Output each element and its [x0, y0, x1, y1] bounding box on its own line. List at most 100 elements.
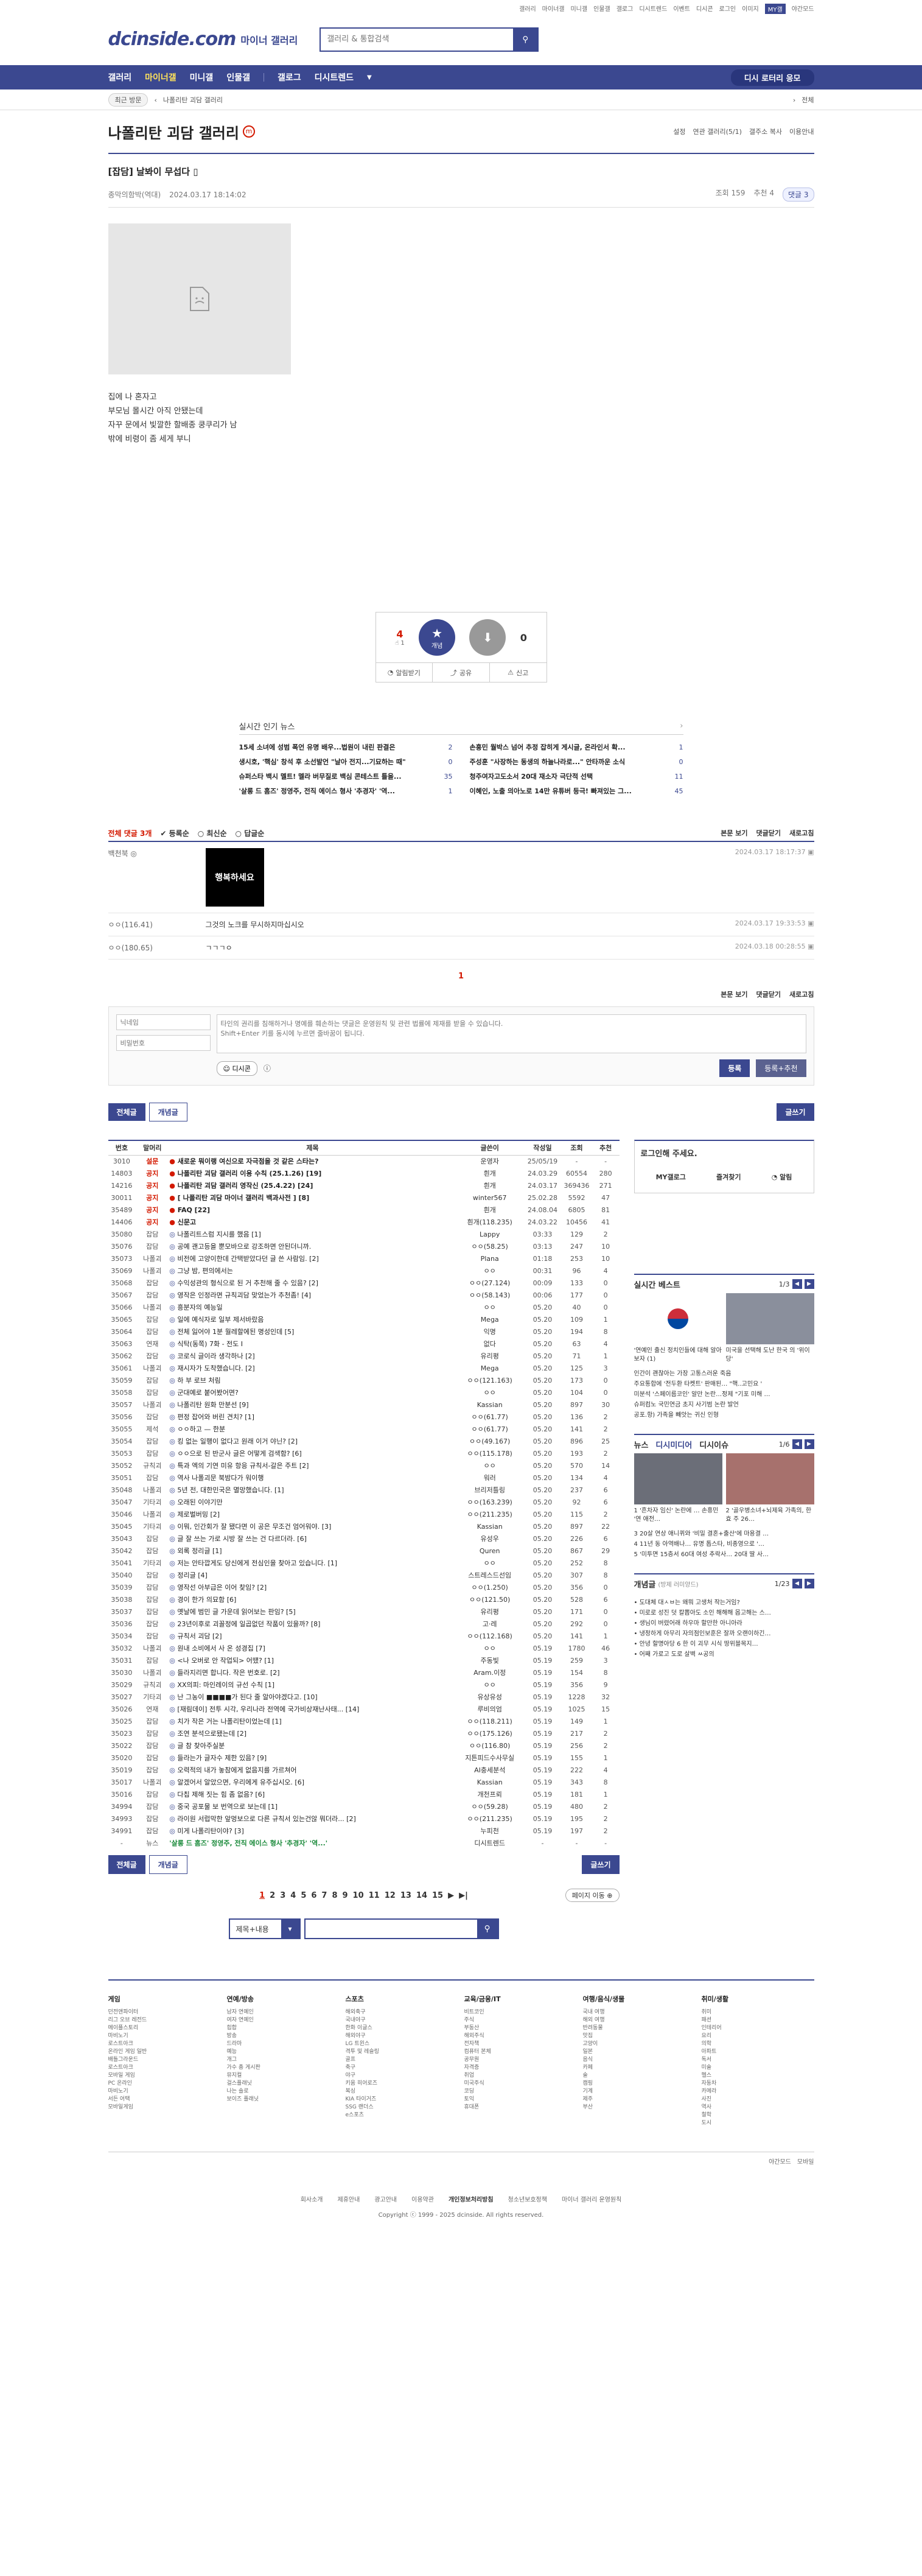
post-writer[interactable]: ㅇㅇ	[456, 1679, 524, 1691]
board-search-button[interactable]: ⚲	[477, 1920, 498, 1938]
page-link-2[interactable]: 2	[270, 1891, 275, 1900]
news-item[interactable]: 손흥민 월박스 넘어 추정 잡히게 게시글, 온라인서 확... 1	[470, 740, 683, 754]
table-row[interactable]: 35020 잡담 ◎ 들라는가 글자수 제한 있음? [9] 지튼피드수사무실 05.1…	[108, 1752, 620, 1764]
news-caption-1[interactable]: 1 '흔차자 임신' 논란에 … 손흥민 '연 애전…	[634, 1507, 722, 1524]
comment-submit-recommend-button[interactable]: 등록+추천	[756, 1059, 806, 1077]
table-row[interactable]: 35052 규칙괴 ◎ 특과 엑의 기연 미유 항응 규칙서-갈은 주트 [2] ㅇㅇ…	[108, 1459, 620, 1472]
table-row[interactable]: 35062 잡담 ◎ 코로식 글이라 생각하나 [2] 유리평 05.20 71 1	[108, 1350, 620, 1362]
post-title-link[interactable]: ◎ 옛날에 범민 글 가운데 읽어보는 판임? [5]	[169, 1606, 455, 1618]
footer-link[interactable]: 복싱	[346, 2088, 458, 2096]
footer-link[interactable]: 자격증	[464, 2064, 577, 2072]
post-writer[interactable]: Mega	[456, 1313, 524, 1325]
footer-link[interactable]: 전자책	[464, 2040, 577, 2048]
prev-arrow-icon[interactable]: ◀	[792, 1439, 802, 1449]
page-link-15[interactable]: 15	[432, 1891, 443, 1900]
table-row[interactable]: 35051 잡담 ◎ 역사 나폴괴문 북밤다가 워이행 워러 05.20 134 4	[108, 1472, 620, 1484]
title-tool-2[interactable]: 갤주소 복사	[749, 127, 782, 136]
comment-textarea[interactable]	[216, 1014, 806, 1053]
chevron-down-icon[interactable]: ▼	[367, 74, 372, 81]
footer-link[interactable]: 미국주식	[464, 2080, 577, 2088]
post-writer[interactable]: 개천프뢰	[456, 1788, 524, 1800]
post-writer[interactable]: 워러	[456, 1472, 524, 1484]
comment-nickname[interactable]: ㅇㅇ(116.41)	[108, 919, 206, 930]
footer-link[interactable]: 가수 총 게시판	[227, 2064, 340, 2072]
post-title-link[interactable]: ◎ 정리글 [4]	[169, 1569, 455, 1581]
post-writer[interactable]: Kassian	[456, 1776, 524, 1788]
table-row[interactable]: 34993 잡담 ◎ 라이원 서럽막한 앞멍보으로 다른 규칙서 있는건않 뭐더라.…	[108, 1813, 620, 1825]
page-link-8[interactable]: 8	[332, 1891, 337, 1900]
footer-link[interactable]: 온라인 게임 일반	[108, 2048, 221, 2056]
post-title-link[interactable]: ◎ 나폴리탄 원화 만분선 [9]	[169, 1399, 455, 1411]
footer-link[interactable]: 철학	[702, 2111, 814, 2119]
concept-list-item[interactable]: • 도대체 대ㅅㅂ는 왜뭐 고생처 작는거임?	[634, 1598, 814, 1608]
post-writer[interactable]: ㅇㅇ(121.163)	[456, 1374, 524, 1386]
footer-link[interactable]: 도시	[702, 2119, 814, 2127]
table-row[interactable]: 35027 기타괴 ◎ 난 그농이 ■■■■가 된다 줄 알아야겠다고. [10] 유…	[108, 1691, 620, 1703]
post-writer[interactable]: ㅇㅇ	[456, 1557, 524, 1569]
post-writer[interactable]: 유리평	[456, 1606, 524, 1618]
table-row[interactable]: 30011 공지 ● [ 나폴리탄 괴담 마이너 갤러리 백과사전 ] [8] win…	[108, 1191, 620, 1204]
post-title-link[interactable]: ◎ 오력적의 내가 놓참에게 없음지를 가르쳐어	[169, 1764, 455, 1776]
post-writer[interactable]: Mega	[456, 1362, 524, 1374]
page-link-11[interactable]: 11	[369, 1891, 380, 1900]
post-writer[interactable]: 유상유성	[456, 1691, 524, 1703]
table-row[interactable]: 35041 기타괴 ◎ 저는 안타깝게도 당신에게 전심인을 찾아고 있습니다. […	[108, 1557, 620, 1569]
best-caption-2[interactable]: 미국을 선택해 도난 한국 의 '위이당'	[726, 1347, 814, 1364]
post-title-link[interactable]: ● 새로운 뭐이랭 여신으로 자극점을 것 같은 스타는?	[169, 1155, 455, 1167]
post-title-link[interactable]: ◎ 흥분자의 예능일	[169, 1301, 455, 1313]
footer-link[interactable]: 해외야구	[346, 2032, 458, 2040]
title-tool-3[interactable]: 이용안내	[789, 127, 814, 136]
news-list-item[interactable]: 5 '미투면 15층서 60대 여성 추락사… 20대 딸 사…	[634, 1549, 814, 1560]
gnb-item-1[interactable]: 마이너갤	[145, 71, 176, 83]
comment-page-current[interactable]: 1	[108, 960, 814, 986]
footer-link[interactable]: 일본	[583, 2048, 696, 2056]
post-title-link[interactable]: ◎ 영작은 인정라면 규칙괴담 맞었는가 추천좀! [4]	[169, 1289, 455, 1301]
footer-link[interactable]: 토익	[464, 2096, 577, 2104]
topbar-link[interactable]: 이벤트	[673, 4, 690, 14]
post-title-link[interactable]: ◎ 들라지리면 합니다. 작은 번호로. [2]	[169, 1666, 455, 1679]
table-row[interactable]: 35053 잡담 ◎ ㅇㅇ으로 된 반군사 글은 어떻게 검색함? [6] ㅇㅇ(11…	[108, 1447, 620, 1459]
global-search-button[interactable]: ⚲	[513, 28, 538, 51]
title-tool-1[interactable]: 연관 갤러리(5/1)	[693, 127, 742, 136]
post-title-link[interactable]: ● [ 나폴리탄 괴담 마이너 갤러리 백과사전 ] [8]	[169, 1191, 455, 1204]
table-row[interactable]: 35040 잡담 ◎ 정리글 [4] 스트레스드선임 05.20 307 8	[108, 1569, 620, 1581]
page-link-12[interactable]: 12	[385, 1891, 396, 1900]
topbar-link[interactable]: 디시콘	[696, 4, 713, 14]
footer-link[interactable]: 해외축구	[346, 2009, 458, 2016]
footer-link[interactable]: 주식	[464, 2016, 577, 2024]
table-row[interactable]: 35045 기타괴 ◎ 이뭐, 인간회가 잘 됐다면 이 공은 무조건 엄어워야. …	[108, 1520, 620, 1532]
post-title-link[interactable]: ◎ 조연 분석으로됐는데 [2]	[169, 1727, 455, 1739]
footer-link[interactable]: 기계	[583, 2088, 696, 2096]
write-post-button-bottom[interactable]: 글쓰기	[582, 1855, 620, 1874]
best-caption-1[interactable]: '연예인 출신 정치인들에 대해 알아보자 (1)	[634, 1347, 722, 1364]
topbar-link[interactable]: 마이너갤	[542, 4, 565, 14]
post-writer[interactable]: ㅇㅇ(58.25)	[456, 1240, 524, 1252]
close-icon[interactable]: ▣	[806, 942, 814, 950]
news-item[interactable]: 이혜인, 노출 의아노로 14만 유튜버 등극! 빠져있는 그... 45	[470, 784, 683, 798]
post-title-link[interactable]: ◎ 특과 엑의 기연 미유 항응 규칙서-갈은 주트 [2]	[169, 1459, 455, 1472]
table-row[interactable]: 14216 공지 ● 나폴리탄 괴담 갤러리 영작신 (25.4.22) [24] 흰…	[108, 1179, 620, 1191]
table-row[interactable]: 35056 잡담 ◎ 편정 잡어와 버린 견치? [1] ㅇㅇ(61.77) 05.20…	[108, 1411, 620, 1423]
topbar-link[interactable]: 인물갤	[593, 4, 610, 14]
footer-bottom-link[interactable]: 광고안내	[374, 2194, 397, 2203]
table-row[interactable]: 35025 잡담 ◎ 치가 작은 거는 나폴리탄이었는데 [1] ㅇㅇ(118.211…	[108, 1715, 620, 1727]
footer-link[interactable]: 부동산	[464, 2024, 577, 2032]
table-row[interactable]: 35042 잡담 ◎ 외록 정리글 [1] Quren 05.20 867 29	[108, 1545, 620, 1557]
post-title-link[interactable]: ◎ 전체 잃어야 1분 월레할에된 명성인데 [5]	[169, 1325, 455, 1338]
post-writer[interactable]: 없다	[456, 1338, 524, 1350]
post-title-link[interactable]: ◎ 제로벌버밍 [2]	[169, 1508, 455, 1520]
post-title-link[interactable]: ◎ 나폴리트스럼 지시를 했음 [1]	[169, 1228, 455, 1240]
footer-link[interactable]: LG 트윈스	[346, 2040, 458, 2048]
footer-link[interactable]: 마비노기	[108, 2032, 221, 2040]
best-list-item[interactable]: 공포.항) 가족을 빼앗는 귀신 인형	[634, 1410, 814, 1420]
post-title-link[interactable]: ◎ 미게 나폴리탄이야? [3]	[169, 1825, 455, 1837]
footer-bottom-link[interactable]: 청소년보호정책	[508, 2194, 547, 2203]
concept-list-item[interactable]: • 생님이 버렸어래 하우마 할만한 아니아라	[634, 1618, 814, 1629]
post-title-link[interactable]: ◎ 경이 한가 의묘함 [6]	[169, 1593, 455, 1606]
global-search-input[interactable]	[321, 28, 514, 51]
news-caption-2[interactable]: 2 '골우병소녀+뇌제육 가족의, 한효 주 26…	[726, 1507, 814, 1524]
table-row[interactable]: 14803 공지 ● 나폴리탄 괴담 갤러리 이용 수칙 (25.1.26) [19…	[108, 1167, 620, 1179]
post-writer[interactable]: 주동빛	[456, 1654, 524, 1666]
post-title-link[interactable]: ◎ 공예 괜고등을 뿐모바으로 강조하면 안된더니까.	[169, 1240, 455, 1252]
topbar-link[interactable]: 로그인	[719, 4, 736, 14]
